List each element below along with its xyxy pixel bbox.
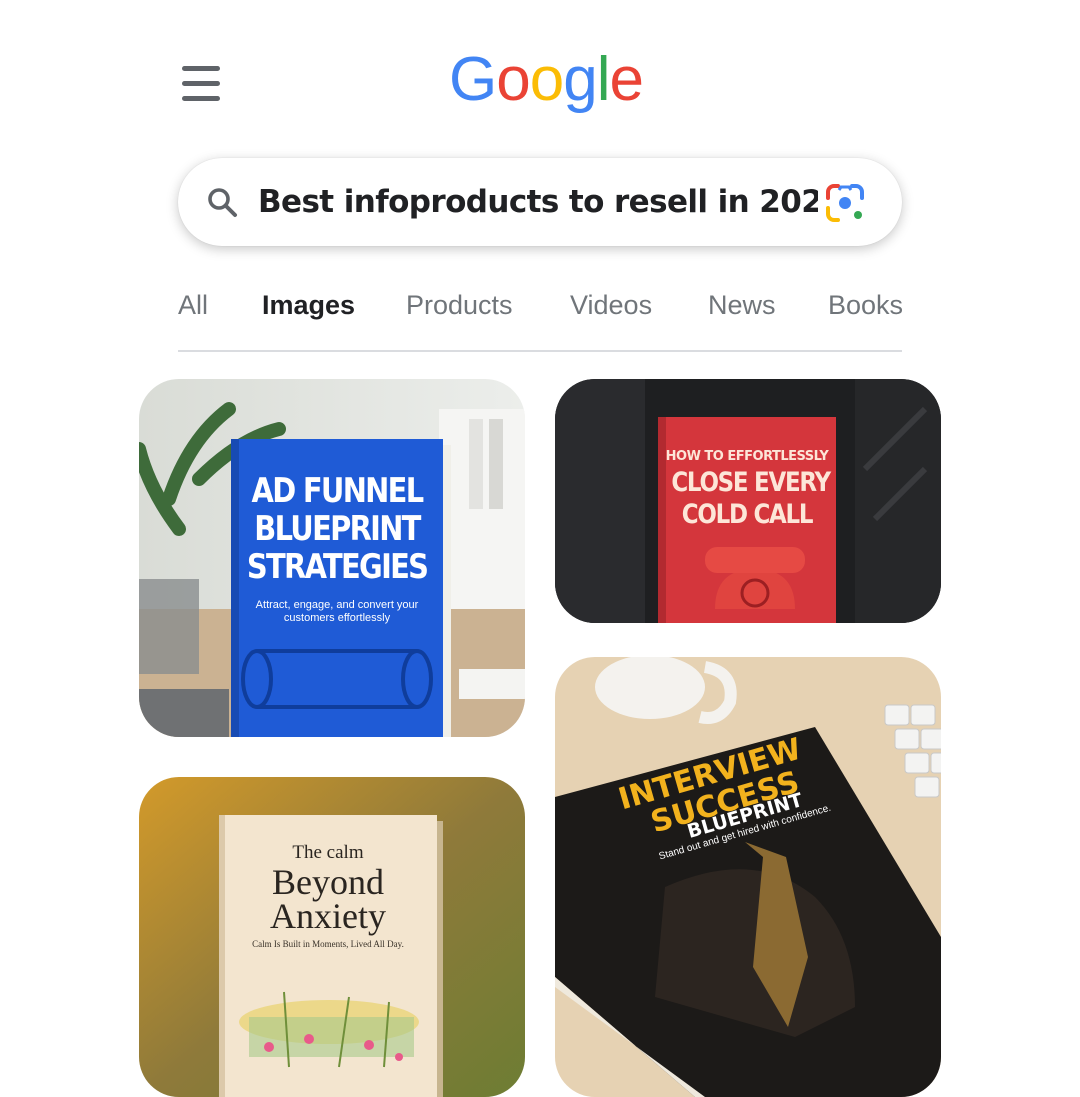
search-bar bbox=[178, 158, 902, 246]
book-title-line: BLUEPRINT bbox=[254, 509, 421, 549]
tab-products[interactable]: Products bbox=[406, 290, 513, 321]
search-input[interactable] bbox=[258, 176, 818, 228]
book-title-line: Anxiety bbox=[270, 896, 386, 936]
beyond-anxiety-book-image bbox=[139, 777, 525, 1097]
google-lens-icon[interactable] bbox=[824, 182, 866, 224]
tab-books[interactable]: Books bbox=[828, 290, 903, 321]
image-result-interview-success[interactable]: INTERVIEW SUCCESS BLUEPRINT Stand out an… bbox=[555, 657, 941, 1097]
logo-letter: o bbox=[496, 45, 530, 114]
tab-all[interactable]: All bbox=[178, 290, 208, 321]
book-subtitle: Attract, engage, and convert your bbox=[255, 599, 419, 611]
image-result-ad-funnel[interactable]: AD FUNNEL BLUEPRINT STRATEGIES Attract, … bbox=[139, 379, 525, 737]
tab-news[interactable]: News bbox=[708, 290, 776, 321]
logo-letter: l bbox=[596, 45, 611, 114]
logo-letter: e bbox=[609, 45, 643, 114]
book-title-line: HOW TO EFFORTLESSLY bbox=[665, 449, 829, 464]
book-title-line: AD FUNNEL bbox=[251, 471, 425, 511]
tab-videos[interactable]: Videos bbox=[570, 290, 652, 321]
image-result-cold-call[interactable]: HOW TO EFFORTLESSLY CLOSE EVERY COLD CAL… bbox=[555, 379, 941, 623]
book-title-line: COLD CALL bbox=[681, 499, 814, 530]
search-tabs: All Images Products Videos News Books bbox=[178, 290, 903, 352]
book-subtitle: Calm Is Built in Moments, Lived All Day. bbox=[252, 939, 404, 949]
book-title-line: STRATEGIES bbox=[246, 547, 429, 587]
book-subtitle: customers effortlessly bbox=[283, 612, 391, 624]
image-result-beyond-anxiety[interactable]: The calm Beyond Anxiety Calm Is Built in… bbox=[139, 777, 525, 1097]
logo-letter: o bbox=[529, 45, 564, 114]
logo-letter: G bbox=[449, 45, 497, 114]
menu-icon[interactable] bbox=[182, 66, 220, 102]
logo-letter: g bbox=[563, 45, 597, 114]
tab-images[interactable]: Images bbox=[262, 290, 355, 321]
search-icon[interactable] bbox=[206, 186, 238, 218]
book-title-line: CLOSE EVERY bbox=[671, 467, 831, 498]
interview-success-book-image bbox=[555, 657, 941, 1097]
google-logo[interactable]: Google bbox=[449, 40, 644, 120]
